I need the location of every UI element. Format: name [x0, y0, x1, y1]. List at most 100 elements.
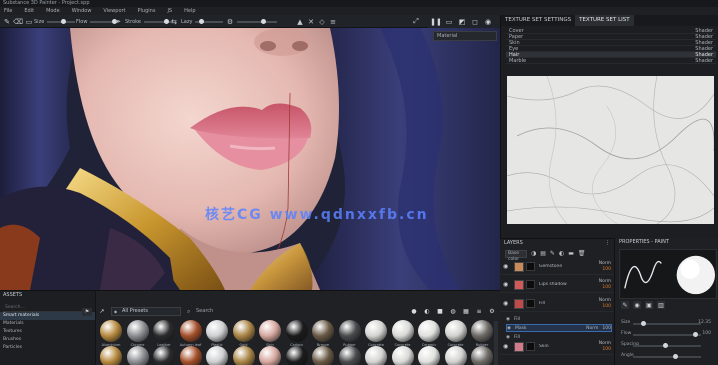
pen-pressure-icon[interactable]: ✒ — [114, 18, 122, 26]
viewport-mode-dropdown[interactable]: Material — [433, 31, 497, 41]
menu-item-edit[interactable]: Edit — [24, 7, 34, 15]
material-thumbnail[interactable]: Concrete — [363, 346, 389, 365]
material-thumbnail[interactable]: Carbon — [284, 320, 310, 347]
layer-blend-mode[interactable]: Norm — [599, 279, 611, 284]
property-slider[interactable] — [633, 354, 701, 359]
menu-item-plugins[interactable]: Plugins — [138, 7, 156, 15]
size-slider[interactable] — [47, 18, 76, 24]
material-thumbnail[interactable]: Aluminium — [98, 320, 124, 347]
symmetry-y-icon[interactable]: ✕ — [307, 18, 315, 26]
collection-dropdown[interactable]: All Presets — [111, 306, 181, 316]
visibility-eye-icon[interactable]: ◉ — [503, 281, 511, 288]
projection-icon[interactable]: ▭ — [25, 18, 33, 26]
texture-set-shader[interactable]: Shader — [695, 28, 713, 34]
layer-row[interactable]: ◉ Gemstone Norm 100 — [500, 259, 614, 275]
texture-set-shader[interactable]: Shader — [695, 34, 713, 40]
layer-opacity[interactable]: 100 — [599, 285, 611, 291]
camera-icon[interactable]: ◩ — [458, 18, 466, 26]
material-thumbnail[interactable]: Leather — [151, 346, 177, 365]
layer-blend-mode[interactable]: Norm — [599, 261, 611, 266]
layer-opacity[interactable]: 100 — [599, 304, 611, 310]
texture-set-shader[interactable]: Shader — [695, 52, 713, 58]
material-thumbnail[interactable]: Chrome — [125, 346, 151, 365]
shelf-category[interactable]: Brushes — [0, 336, 95, 344]
property-value[interactable]: 12.35 — [698, 320, 711, 325]
material-thumbnail[interactable]: Plastic — [204, 346, 230, 365]
material-thumbnail[interactable]: Concrete — [363, 320, 389, 347]
material-thumbnail[interactable]: Ceramic — [416, 346, 442, 365]
eraser-icon[interactable]: ⌫ — [13, 18, 23, 26]
menu-item-viewport[interactable]: Viewport — [103, 7, 125, 15]
layer-row[interactable]: ◉ Skin Norm 100 — [500, 339, 614, 355]
symmetry-settings-icon[interactable]: ≡ — [329, 18, 337, 26]
shelf-category[interactable]: Smart materials — [0, 312, 95, 320]
shelf-scrollbar[interactable] — [494, 321, 498, 365]
material-thumbnail[interactable]: Bronze — [310, 320, 336, 347]
fullscreen-icon[interactable]: ⤢ — [412, 17, 420, 26]
back-arrow-icon[interactable]: ↗ — [98, 307, 106, 315]
material-thumbnail[interactable]: Skin — [257, 346, 283, 365]
filter-icon[interactable]: ⚑ — [82, 308, 92, 316]
texture-set-shader[interactable]: Shader — [695, 46, 713, 52]
screenshot-icon[interactable]: ◉ — [484, 18, 492, 26]
settings-gear-icon[interactable]: ⚙ — [488, 307, 496, 315]
menu-item-js[interactable]: JS — [167, 7, 172, 15]
menu-item-mode[interactable]: Mode — [46, 7, 60, 15]
stencil-icon[interactable]: ▣ — [645, 301, 653, 309]
material-thumbnail[interactable]: Skin — [257, 320, 283, 347]
material-thumbnail[interactable]: Rubber — [469, 320, 495, 347]
material-thumbnail[interactable]: Concrete — [443, 320, 469, 347]
shelf-search-input[interactable]: Search... — [3, 304, 92, 312]
layer-name[interactable]: Skin — [539, 344, 573, 349]
visibility-eye-icon[interactable]: ◉ — [506, 317, 510, 322]
material-thumbnail[interactable]: Autumn leaf — [178, 346, 204, 365]
sub-layer-mode[interactable]: Norm — [586, 326, 598, 331]
add-fill-layer-icon[interactable]: ◑ — [531, 250, 536, 257]
property-slider[interactable] — [633, 332, 701, 337]
add-mask-icon[interactable]: ◐ — [559, 250, 564, 257]
layer-blend-mode[interactable]: Norm — [599, 341, 611, 346]
material-thumbnail[interactable]: Concrete — [390, 346, 416, 365]
stroke-slider[interactable] — [143, 18, 172, 24]
layer-name[interactable]: Fill — [539, 301, 573, 306]
property-slider[interactable] — [633, 321, 701, 326]
settings-icon[interactable]: ⚙ — [226, 18, 234, 26]
delete-layer-icon[interactable]: 🗑 — [578, 250, 586, 257]
material-thumbnail[interactable]: Rubber — [337, 346, 363, 365]
visibility-eye-icon[interactable]: ◉ — [507, 326, 511, 331]
material-thumbnail[interactable]: Bronze — [310, 346, 336, 365]
sub-layer-row[interactable]: ◉ Fill — [506, 315, 612, 323]
sub-layer-row[interactable]: ◉ Mask Norm 100 — [506, 324, 612, 332]
view-square-icon[interactable]: ■ — [436, 307, 444, 315]
material-thumbnail[interactable]: Chrome — [125, 320, 151, 347]
visibility-eye-icon[interactable]: ◉ — [503, 343, 511, 350]
pause-icon[interactable]: ❚❚ — [430, 18, 442, 26]
shelf-search-field[interactable]: Search — [186, 307, 246, 316]
add-effect-icon[interactable]: ✎ — [550, 250, 555, 257]
visibility-eye-icon[interactable]: ◉ — [506, 335, 510, 340]
view-list-icon[interactable]: ≡ — [475, 307, 483, 315]
layer-blend-mode[interactable]: Norm — [599, 298, 611, 303]
visibility-eye-icon[interactable]: ◉ — [503, 300, 511, 307]
menu-item-file[interactable]: File — [4, 7, 12, 15]
material-thumbnail[interactable]: Concrete — [443, 346, 469, 365]
symmetry-z-icon[interactable]: ◇ — [318, 18, 326, 26]
material-thumbnail[interactable]: Leather — [151, 320, 177, 347]
shelf-category[interactable]: Particles — [0, 344, 95, 352]
sub-layer-opacity[interactable]: 100 — [602, 326, 611, 331]
3d-viewport[interactable]: 核艺CG www.qdnxxfb.cn 3D — [0, 28, 500, 290]
material-thumbnail[interactable]: Gold — [231, 320, 257, 347]
material-thumbnail[interactable]: Gold — [231, 346, 257, 365]
texture-set-shader[interactable]: Shader — [695, 40, 713, 46]
view-grid-icon[interactable]: ▦ — [462, 307, 470, 315]
display-settings-icon[interactable]: ▭ — [445, 18, 453, 26]
view-circle-icon[interactable]: ◍ — [449, 307, 457, 315]
material-thumbnail[interactable]: Rubber — [469, 346, 495, 365]
material-thumbnail[interactable]: Plastic — [204, 320, 230, 347]
layer-opacity[interactable]: 100 — [599, 347, 611, 353]
material-icon[interactable]: ▥ — [657, 301, 665, 309]
menu-item-window[interactable]: Window — [72, 7, 92, 15]
material-thumbnail[interactable]: Concrete — [390, 320, 416, 347]
lazy-slider[interactable] — [195, 18, 224, 24]
shelf-category[interactable]: Textures — [0, 328, 95, 336]
